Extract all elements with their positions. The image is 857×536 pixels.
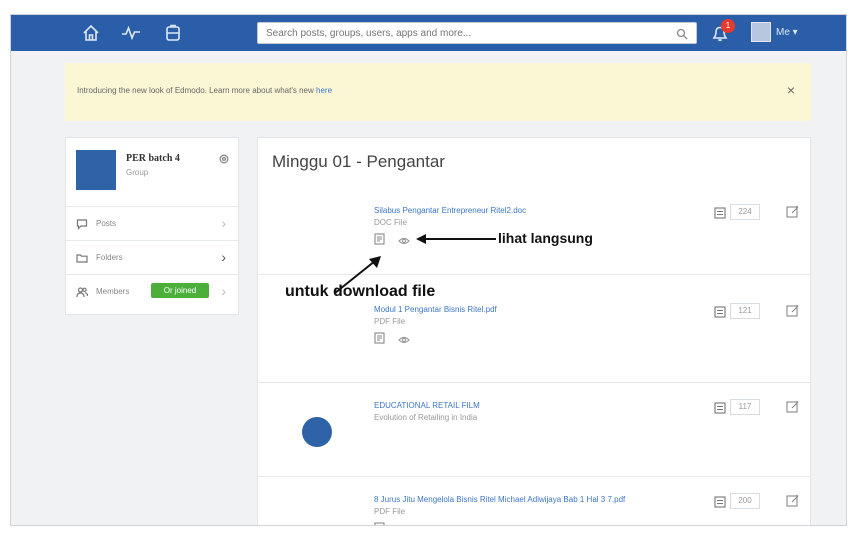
list-item: 8 Jurus Jitu Mengelola Bisnis Ritel Mich… <box>258 476 810 525</box>
folder-title: Minggu 01 - Pengantar <box>272 152 445 171</box>
sidebar-item-members[interactable]: Members Or joined › <box>66 274 238 306</box>
edit-icon[interactable] <box>786 494 799 507</box>
view-count-icon <box>714 206 726 219</box>
view-count: 121 <box>730 303 760 319</box>
chat-bubble-icon <box>76 217 88 230</box>
activity-icon[interactable] <box>121 23 141 43</box>
top-navigation-bar: 1 Me ▾ <box>11 15 846 51</box>
sidebar-item-label: Posts <box>96 219 117 228</box>
chevron-right-icon: › <box>221 283 226 299</box>
home-icon[interactable] <box>81 23 101 43</box>
eye-icon[interactable] <box>398 332 410 344</box>
view-count-icon <box>714 495 726 508</box>
edit-icon[interactable] <box>786 304 799 317</box>
group-avatar[interactable] <box>76 150 116 190</box>
chevron-right-icon: › <box>221 215 226 231</box>
link-description: Evolution of Retailing in India <box>374 413 478 422</box>
file-name-link[interactable]: 8 Jurus Jitu Mengelola Bisnis Ritel Mich… <box>374 495 625 504</box>
search-bar <box>257 22 697 44</box>
chevron-right-icon: › <box>221 249 226 265</box>
download-icon[interactable] <box>374 232 385 245</box>
file-name-link[interactable]: Modul 1 Pengantar Bisnis Ritel.pdf <box>374 305 497 314</box>
members-icon <box>76 285 89 298</box>
file-type: PDF File <box>374 317 406 326</box>
folder-icon <box>76 251 88 263</box>
view-count-icon <box>714 305 726 318</box>
sidebar-item-folders[interactable]: Folders › <box>66 240 238 272</box>
video-thumbnail[interactable] <box>302 417 332 447</box>
backpack-icon[interactable] <box>163 23 183 43</box>
sidebar-item-label: Members <box>96 287 130 296</box>
notification-badge: 1 <box>721 19 735 33</box>
me-menu[interactable]: Me ▾ <box>776 27 798 38</box>
view-count: 224 <box>730 204 760 220</box>
file-type: DOC File <box>374 218 407 227</box>
link-title[interactable]: EDUCATIONAL RETAIL FILM <box>374 401 480 410</box>
view-count-icon <box>714 401 726 414</box>
file-type: PDF File <box>374 507 406 516</box>
joined-button[interactable]: Or joined <box>151 283 209 298</box>
download-annotation: untuk download file <box>285 283 436 300</box>
announcement-message: Introducing the new look of Edmodo. Lear… <box>77 86 317 95</box>
group-subtitle: Group <box>126 168 149 177</box>
download-icon[interactable] <box>374 331 385 344</box>
arrow-left-icon <box>416 234 496 244</box>
list-item: EDUCATIONAL RETAIL FILM Evolution of Ret… <box>258 382 810 476</box>
view-count: 117 <box>730 399 760 415</box>
search-icon[interactable] <box>676 27 688 40</box>
announcement-banner: Introducing the new look of Edmodo. Lear… <box>65 63 811 121</box>
group-sidebar: PER batch 4 Group Posts › Folders › Memb… <box>65 137 239 315</box>
sidebar-item-posts[interactable]: Posts › <box>66 206 238 238</box>
edmodo-window: 1 Me ▾ Introducing the new look of Edmod… <box>10 14 847 526</box>
edit-icon[interactable] <box>786 205 799 218</box>
file-name-link[interactable]: Silabus Pengantar Entrepreneur Ritel2.do… <box>374 206 526 215</box>
user-avatar[interactable] <box>751 22 771 42</box>
search-input[interactable] <box>258 23 658 44</box>
edit-icon[interactable] <box>786 400 799 413</box>
announcement-text: Introducing the new look of Edmodo. Lear… <box>77 86 332 95</box>
sidebar-item-label: Folders <box>96 253 123 262</box>
close-icon[interactable]: × <box>787 82 795 98</box>
eye-icon[interactable] <box>398 233 410 245</box>
gear-icon[interactable] <box>218 152 230 164</box>
group-name[interactable]: PER batch 4 <box>126 153 180 164</box>
view-annotation: lihat langsung <box>498 230 593 246</box>
view-count: 200 <box>730 493 760 509</box>
download-icon[interactable] <box>374 521 385 525</box>
folder-panel: Minggu 01 - Pengantar Silabus Pengantar … <box>257 137 811 525</box>
announcement-link[interactable]: here <box>316 86 332 95</box>
